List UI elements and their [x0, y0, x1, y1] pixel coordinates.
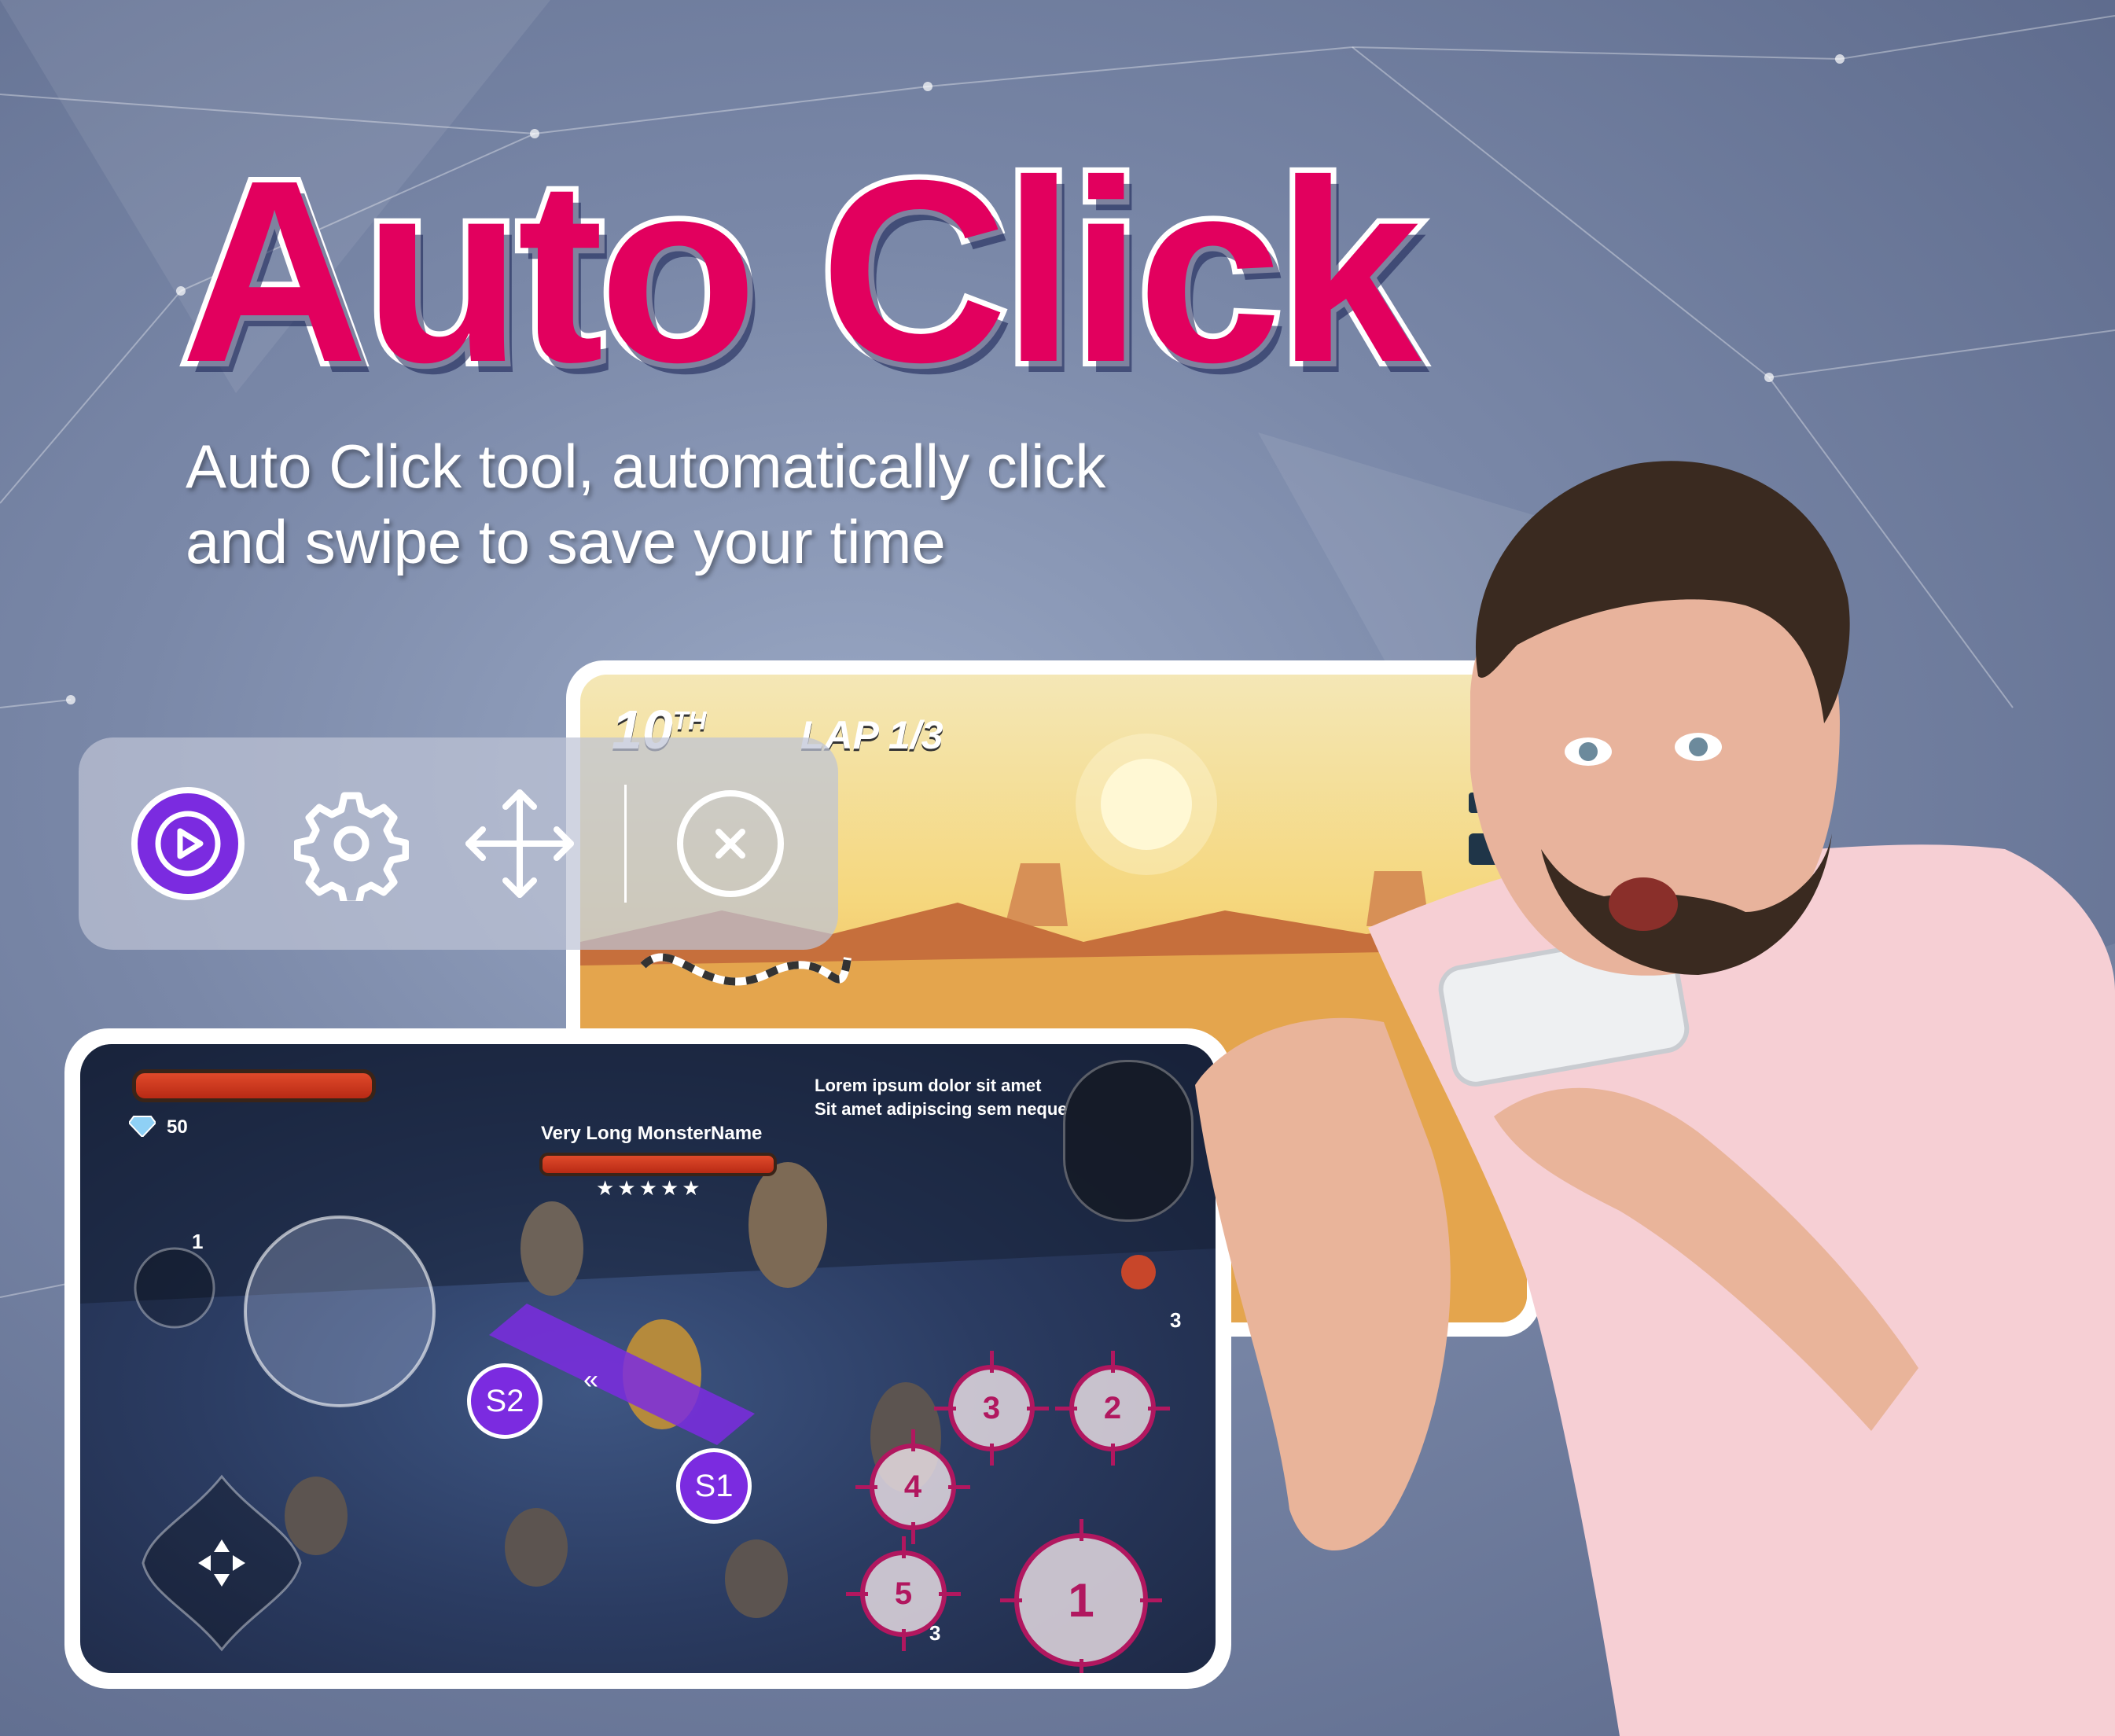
target-marker-5[interactable]: 5: [846, 1536, 961, 1651]
toolbar-divider: [624, 785, 627, 903]
gear-icon[interactable]: [294, 786, 409, 901]
person-holding-phone-illustration: [1195, 461, 2115, 1736]
swipe-marker-end[interactable]: S2: [467, 1363, 543, 1439]
swipe-marker-start[interactable]: S1: [676, 1448, 752, 1524]
more-dots-indicator: •••: [643, 1665, 673, 1673]
rpg-game-card: 50 Very Long MonsterName ★★★★★ Lorem ips…: [64, 1028, 1231, 1689]
target-marker-2[interactable]: 2: [1055, 1351, 1170, 1466]
move-arrows-icon[interactable]: [462, 786, 577, 901]
auto-click-toolbar: [79, 737, 838, 950]
headline-title: Auto Click: [175, 126, 1427, 416]
svg-text:«: «: [583, 1365, 598, 1395]
rpg-game-screen: 50 Very Long MonsterName ★★★★★ Lorem ips…: [80, 1044, 1216, 1673]
target-marker-1[interactable]: 1: [1000, 1519, 1162, 1673]
race-position-suffix: TH: [672, 706, 707, 735]
target-marker-4[interactable]: 4: [855, 1429, 970, 1544]
close-circle-icon[interactable]: [673, 786, 788, 901]
play-icon[interactable]: [131, 786, 245, 901]
target-marker-3[interactable]: 3: [934, 1351, 1049, 1466]
